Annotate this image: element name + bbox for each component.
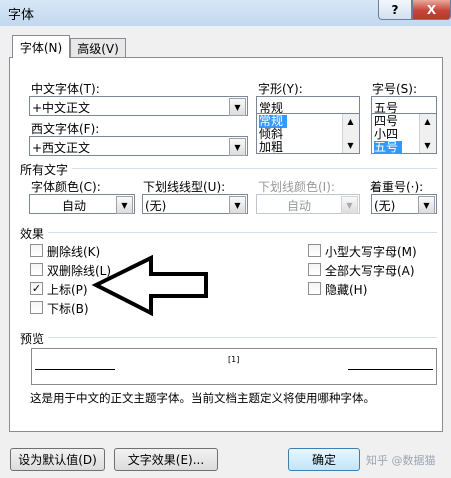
font-color-combo[interactable]: 自动 ▼ <box>29 194 135 214</box>
font-style-list[interactable]: 常规 倾斜 加粗 ▲ ▼ <box>256 113 360 154</box>
chevron-down-icon[interactable]: ▼ <box>229 98 246 116</box>
chinese-font-combo[interactable]: +中文正文 ▼ <box>29 96 248 116</box>
preview-box <box>31 348 437 385</box>
annotation-arrow-icon <box>91 254 208 317</box>
superscript-label[interactable]: 上标(P) <box>47 281 88 298</box>
text-effects-button[interactable]: 文字效果(E)... <box>114 448 218 471</box>
tab-font[interactable]: 字体(N) <box>12 35 70 58</box>
preview-sample: [1] <box>228 355 240 364</box>
close-button[interactable]: X <box>412 0 451 20</box>
underline-style-combo[interactable]: (无) ▼ <box>142 194 248 214</box>
double-strikethrough-checkbox[interactable] <box>30 263 43 276</box>
western-font-value: +西文正文 <box>32 141 91 155</box>
small-caps-checkbox[interactable] <box>308 244 321 257</box>
help-button[interactable]: ? <box>378 0 412 20</box>
strikethrough-checkbox[interactable] <box>30 244 43 257</box>
subscript-checkbox[interactable] <box>30 301 43 314</box>
list-item[interactable]: 五号 <box>374 141 403 154</box>
emphasis-mark-combo[interactable]: (无) ▼ <box>371 194 437 214</box>
chevron-down-icon[interactable]: ▼ <box>229 196 246 214</box>
font-style-label: 字形(Y): <box>258 82 303 96</box>
divider <box>72 168 437 169</box>
tab-advanced[interactable]: 高级(V) <box>70 38 126 58</box>
hidden-checkbox[interactable] <box>308 282 321 295</box>
font-size-label: 字号(S): <box>372 82 418 96</box>
section-all-text: 所有文字 <box>20 163 69 177</box>
hidden-label[interactable]: 隐藏(H) <box>325 281 367 298</box>
chevron-down-icon[interactable]: ▼ <box>343 138 358 153</box>
chevron-up-icon[interactable]: ▲ <box>343 114 358 129</box>
preview-description: 这是用于中文的正文主题字体。当前文档主题定义将使用哪种字体。 <box>30 391 375 405</box>
preview-baseline-left <box>35 369 115 370</box>
chinese-font-label: 中文字体(T): <box>31 82 100 96</box>
western-font-combo[interactable]: +西文正文 ▼ <box>29 136 248 156</box>
underline-color-label: 下划线颜色(I): <box>258 180 335 194</box>
chevron-down-icon[interactable]: ▼ <box>116 196 133 214</box>
small-caps-label[interactable]: 小型大写字母(M) <box>325 243 417 260</box>
preview-baseline-right <box>348 369 433 370</box>
chevron-up-icon[interactable]: ▲ <box>420 114 435 129</box>
window-title: 字体 <box>8 8 35 23</box>
chinese-font-value: +中文正文 <box>32 101 91 115</box>
list-item[interactable]: 加粗 <box>259 141 283 154</box>
subscript-label[interactable]: 下标(B) <box>47 300 89 317</box>
chevron-down-icon[interactable]: ▼ <box>418 196 435 214</box>
underline-color-value: 自动 <box>287 199 312 213</box>
emphasis-mark-label: 着重号(·): <box>370 180 424 194</box>
scrollbar[interactable]: ▲ ▼ <box>342 114 359 153</box>
section-preview: 预览 <box>20 332 45 346</box>
all-caps-label[interactable]: 全部大写字母(A) <box>325 262 415 279</box>
section-effects: 效果 <box>20 227 45 241</box>
divider <box>48 337 437 338</box>
underline-style-label: 下划线线型(U): <box>143 180 226 194</box>
emphasis-mark-value: (无) <box>374 199 396 213</box>
all-caps-checkbox[interactable] <box>308 263 321 276</box>
ok-button[interactable]: 确定 <box>288 448 360 471</box>
font-color-value: 自动 <box>62 199 87 213</box>
font-color-label: 字体颜色(C): <box>31 180 101 194</box>
western-font-label: 西文字体(F): <box>31 122 100 136</box>
chevron-down-icon[interactable]: ▼ <box>229 138 246 156</box>
scrollbar[interactable]: ▲ ▼ <box>419 114 436 153</box>
superscript-checkbox[interactable]: ✓ <box>30 282 43 295</box>
underline-color-combo: 自动 ▼ <box>256 194 360 214</box>
chevron-down-icon: ▼ <box>341 196 358 214</box>
watermark: 知乎 @数据猫 <box>366 454 436 467</box>
font-size-list[interactable]: 四号 小四 五号 ▲ ▼ <box>371 113 437 154</box>
divider <box>48 232 437 233</box>
set-default-button[interactable]: 设为默认值(D) <box>10 448 105 471</box>
chevron-down-icon[interactable]: ▼ <box>420 138 435 153</box>
underline-style-value: (无) <box>145 199 167 213</box>
